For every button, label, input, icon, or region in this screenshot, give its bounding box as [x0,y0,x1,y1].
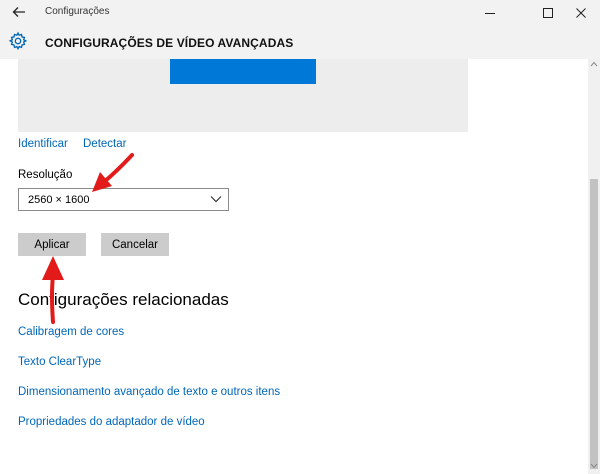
resolution-label: Resolução [18,169,73,181]
identify-link[interactable]: Identificar [18,138,68,150]
title-bar: Configurações [0,0,600,25]
color-calibration-link[interactable]: Calibragem de cores [18,326,124,338]
cancel-button[interactable]: Cancelar [101,233,169,256]
resolution-value: 2560 × 1600 [28,194,90,206]
minimize-icon [485,12,495,14]
back-arrow-icon [12,7,25,17]
monitor-tile[interactable] [170,59,316,84]
app-title: Configurações [45,6,110,17]
annotation-arrow-resolution-icon [92,153,134,192]
cleartype-text-link[interactable]: Texto ClearType [18,356,101,368]
display-adapter-properties-link[interactable]: Propriedades do adaptador de vídeo [18,416,205,428]
apply-button[interactable]: Aplicar [18,233,86,256]
annotation-arrow-apply-icon [42,256,64,324]
scroll-up-icon[interactable] [590,61,598,67]
minimize-button[interactable] [468,0,512,25]
close-button[interactable] [562,0,600,25]
close-icon [576,7,586,18]
page-header: CONFIGURAÇÕES DE VÍDEO AVANÇADAS [0,25,600,59]
scroll-down-icon[interactable] [590,463,598,469]
page-title: CONFIGURAÇÕES DE VÍDEO AVANÇADAS [45,36,294,50]
vertical-scrollbar[interactable] [588,59,600,474]
chevron-down-icon [210,196,222,203]
back-button[interactable] [6,2,32,22]
scroll-thumb[interactable] [590,179,598,469]
detect-link[interactable]: Detectar [83,138,126,150]
advanced-text-sizing-link[interactable]: Dimensionamento avançado de texto e outr… [18,386,280,398]
maximize-icon [543,7,553,18]
gear-icon [8,31,28,51]
display-preview [18,59,468,132]
